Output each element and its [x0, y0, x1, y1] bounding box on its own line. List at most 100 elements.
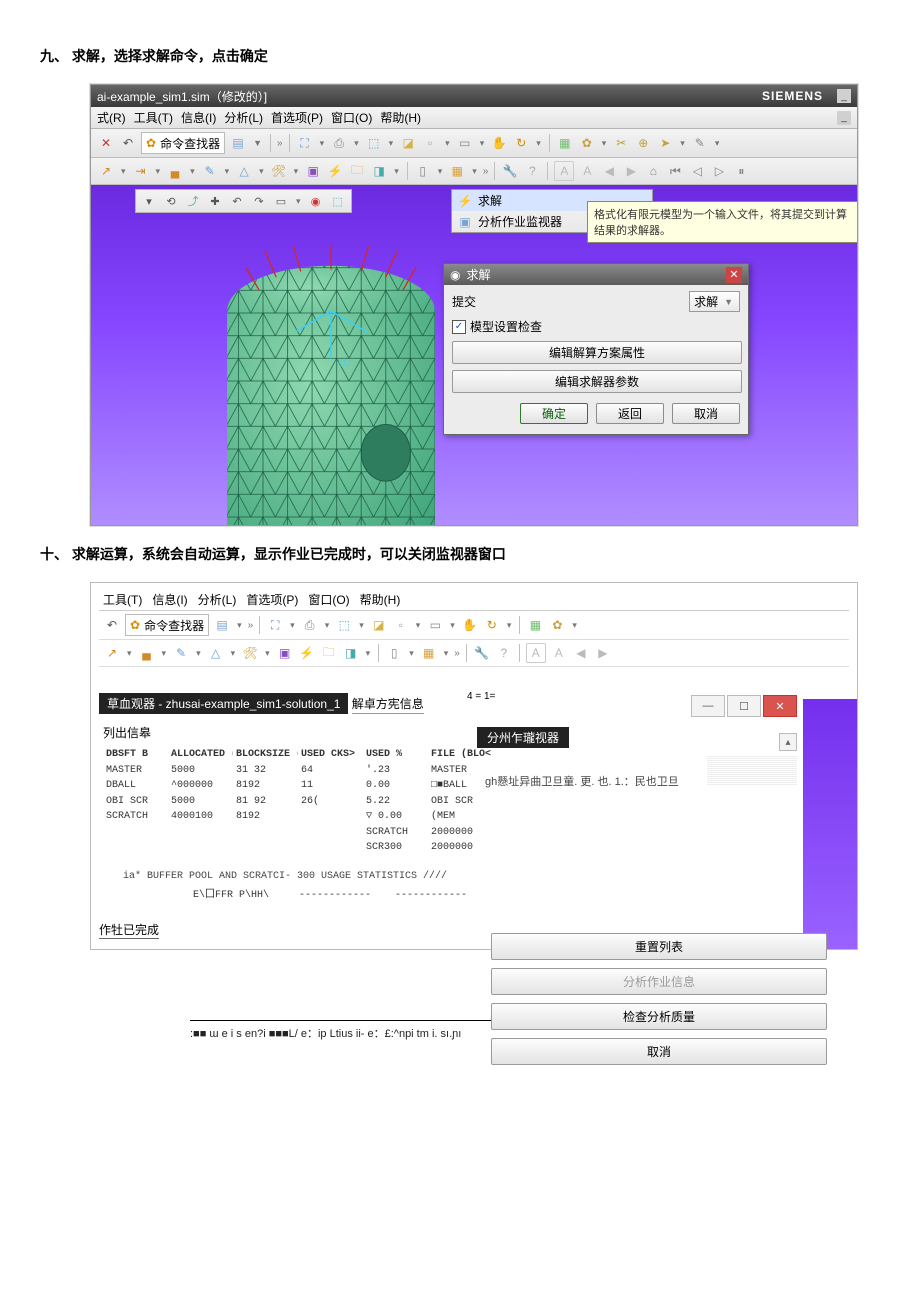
scroll-up-button[interactable]: ▴	[779, 733, 797, 751]
sketch-icon[interactable]: ✎	[172, 644, 190, 662]
edit-solver-params-button[interactable]: 编辑求解器参数	[452, 370, 742, 393]
back-button[interactable]: 返回	[596, 403, 664, 424]
undo-icon[interactable]: ↶	[119, 134, 137, 152]
menu-tools[interactable]: 工具(T)	[103, 591, 142, 608]
close-icon[interactable]: ✕	[97, 134, 115, 152]
play-next-icon[interactable]: ▷	[710, 162, 728, 180]
print-icon[interactable]: ⎙	[330, 134, 348, 152]
layer-icon[interactable]: ◪	[399, 134, 417, 152]
rotate-icon[interactable]: ↻	[483, 616, 501, 634]
undo-icon[interactable]: ↶	[103, 616, 121, 634]
plus-icon[interactable]: ✚	[206, 192, 224, 210]
list-icon[interactable]: ▤	[213, 616, 231, 634]
next-icon[interactable]: ▶	[622, 162, 640, 180]
cube3-icon[interactable]: ◨	[342, 644, 360, 662]
back-icon[interactable]: ↶	[228, 192, 246, 210]
menu-format[interactable]: 式(R)	[97, 109, 126, 126]
menubar-collapse-button[interactable]: _	[837, 111, 851, 125]
a-icon[interactable]: A	[554, 161, 574, 181]
ok-button[interactable]: 确定	[520, 403, 588, 424]
minimize-button[interactable]: —	[691, 695, 725, 717]
model-check-checkbox[interactable]: ✓ 模型设置检查	[452, 318, 740, 335]
hand-icon[interactable]: ✋	[461, 616, 479, 634]
fit-icon[interactable]: ⛶	[296, 134, 314, 152]
menu-info[interactable]: 信息(I)	[152, 591, 187, 608]
lightning-icon[interactable]: ⚡	[298, 644, 316, 662]
menu-window[interactable]: 窗口(O)	[308, 591, 349, 608]
folder-icon[interactable]: 🗀	[320, 644, 338, 662]
paper-icon[interactable]: ▫	[421, 134, 439, 152]
chevron-right-icon[interactable]: »	[248, 620, 254, 631]
rect-icon[interactable]: ▭	[426, 616, 444, 634]
doc-icon[interactable]: ▯	[414, 162, 432, 180]
menu-info[interactable]: 信息(I)	[181, 109, 216, 126]
gear-icon[interactable]: ✿	[578, 134, 596, 152]
mesh-icon[interactable]: ▦	[526, 616, 544, 634]
menu-analysis[interactable]: 分析(L)	[224, 109, 263, 126]
skip-start-icon[interactable]: ⏮	[666, 162, 684, 180]
rect-icon[interactable]: ▭	[456, 134, 474, 152]
help-icon[interactable]: ?	[495, 644, 513, 662]
close-button[interactable]: ✕	[763, 695, 797, 717]
a2-icon[interactable]: A	[550, 644, 568, 662]
arrow-icon[interactable]: ↗	[103, 644, 121, 662]
sel-rect-icon[interactable]: ▭	[272, 192, 290, 210]
bar-icon[interactable]: ▄	[138, 644, 156, 662]
bar-icon[interactable]: ▄	[166, 162, 184, 180]
box-view-icon[interactable]: ⬚	[329, 192, 347, 210]
cube3-icon[interactable]: ◨	[370, 162, 388, 180]
wrench2-icon[interactable]: 🔧	[501, 162, 519, 180]
cube-icon[interactable]: ⬚	[335, 616, 353, 634]
command-finder[interactable]: ✿ 命令查找器	[141, 132, 225, 154]
prev-icon[interactable]: ◀	[572, 644, 590, 662]
graphics-canvas[interactable]: ▾ ⟲ ⤴ ✚ ↶ ↷ ▭▾ ◉ ⬚	[91, 185, 857, 525]
a2-icon[interactable]: A	[578, 162, 596, 180]
table-icon[interactable]: ▣	[276, 644, 294, 662]
fit-icon[interactable]: ⛶	[266, 616, 284, 634]
play-prev-icon[interactable]: ◁	[688, 162, 706, 180]
dropdown-icon[interactable]: ▼	[251, 138, 264, 148]
a-icon[interactable]: A	[526, 643, 546, 663]
pick-icon[interactable]: ⤴	[184, 192, 202, 210]
grid-icon[interactable]: ▦	[420, 644, 438, 662]
folder-icon[interactable]: 🗀	[348, 162, 366, 180]
hand-icon[interactable]: ✋	[490, 134, 508, 152]
fwd-icon[interactable]: ↷	[250, 192, 268, 210]
prev-icon[interactable]: ◀	[600, 162, 618, 180]
table-icon[interactable]: ▣	[304, 162, 322, 180]
print-icon[interactable]: ⎙	[301, 616, 319, 634]
minimize-button[interactable]: _	[837, 89, 851, 103]
grid-icon[interactable]: ▦	[448, 162, 466, 180]
help-icon[interactable]: ?	[523, 162, 541, 180]
menu-preferences[interactable]: 首选项(P)	[246, 591, 298, 608]
rotate-icon[interactable]: ↻	[512, 134, 530, 152]
doc-icon[interactable]: ▯	[385, 644, 403, 662]
list-icon[interactable]: ▤	[229, 134, 247, 152]
globe-icon[interactable]: ⊕	[634, 134, 652, 152]
cancel-button[interactable]: 取消	[491, 1038, 827, 1065]
triangle-icon[interactable]: △	[207, 644, 225, 662]
axis-icon[interactable]: ➤	[656, 134, 674, 152]
command-finder[interactable]: ✿ 命令查找器	[125, 614, 209, 636]
maximize-button[interactable]: ☐	[727, 695, 761, 717]
check-quality-button[interactable]: 检查分析质量	[491, 1003, 827, 1030]
scrollbar-track[interactable]	[707, 755, 797, 785]
arrow-icon[interactable]: ↗	[97, 162, 115, 180]
gear-icon[interactable]: ✿	[548, 616, 566, 634]
chevron-right-icon[interactable]: »	[483, 166, 489, 177]
pause-icon[interactable]: ⏸	[732, 162, 750, 180]
next-icon[interactable]: ▶	[594, 644, 612, 662]
cancel-button[interactable]: 取消	[672, 403, 740, 424]
chevron-right-icon[interactable]: »	[277, 138, 283, 149]
dialog-close-button[interactable]: ✕	[726, 267, 742, 283]
cube-icon[interactable]: ⬚	[365, 134, 383, 152]
triangle-icon[interactable]: △	[235, 162, 253, 180]
wrench-icon[interactable]: 🛠	[270, 162, 288, 180]
menu-analysis[interactable]: 分析(L)	[198, 591, 237, 608]
submit-select[interactable]: 求解 ▼	[689, 291, 740, 312]
menu-window[interactable]: 窗口(O)	[331, 109, 372, 126]
edit-solution-attrs-button[interactable]: 编辑解算方案属性	[452, 341, 742, 364]
lightning-icon[interactable]: ⚡	[326, 162, 344, 180]
home-icon[interactable]: ⌂	[644, 162, 662, 180]
circle-icon[interactable]: ◉	[307, 192, 325, 210]
